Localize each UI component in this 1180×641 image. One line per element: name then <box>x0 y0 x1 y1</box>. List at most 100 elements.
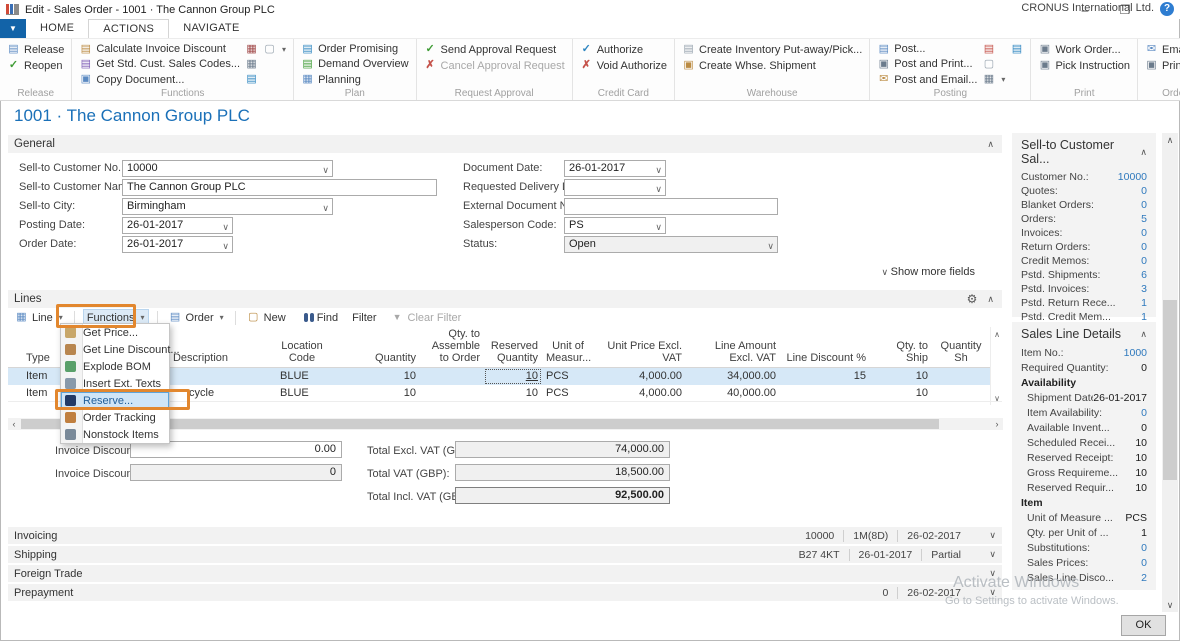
moves-button[interactable] <box>245 57 258 71</box>
copy-document-button[interactable]: Copy Document... <box>79 73 240 87</box>
menu-item[interactable]: Order Tracking <box>61 409 169 426</box>
menu-item[interactable]: Get Line Discount... <box>61 341 169 358</box>
status-field[interactable]: Open <box>564 236 778 253</box>
sell-to-customer-no-field[interactable]: 10000 <box>122 160 333 177</box>
sell-to-city-field[interactable]: Birmingham <box>122 198 333 215</box>
column-header-reserved-quantity[interactable]: Reserved Quantity <box>484 327 542 368</box>
factbox-row-value[interactable]: 0 <box>1141 557 1147 569</box>
column-header-quantity-shipped[interactable]: Quantity Sh <box>932 327 990 368</box>
column-header-line-amount[interactable]: Line Amount Excl. VAT <box>686 327 780 368</box>
shipping-section-header[interactable]: Shipping B27 4KT 26-01-2017 Partial ∨ <box>8 546 1002 563</box>
prepayment-section-header[interactable]: Prepayment 0 26-02-2017 ∨ <box>8 584 1002 601</box>
factbox-row-value[interactable]: 0 <box>1141 542 1147 554</box>
column-header-qty-to-assemble[interactable]: Qty. to Assemble to Order <box>420 327 484 368</box>
column-header-location-code[interactable]: Location Code <box>276 327 328 368</box>
factbox-row-value[interactable]: 10 <box>1135 437 1147 449</box>
factbox-row-value[interactable]: 26-01-2017 <box>1093 392 1147 404</box>
invoice-discount-pct-field[interactable]: 0 <box>130 464 342 481</box>
collapse-icon[interactable]: ∧ <box>987 139 994 150</box>
void-authorize-button[interactable]: Void Authorize <box>580 58 667 73</box>
create-whse-shipment-button[interactable]: Create Whse. Shipment <box>682 58 862 73</box>
expand-icon[interactable]: ∨ <box>970 549 996 560</box>
post-and-print-button[interactable]: Post and Print... <box>877 57 977 71</box>
release-button[interactable]: Release <box>7 42 64 57</box>
grid-vertical-scrollbar[interactable]: ∧ ∨ <box>990 327 1003 405</box>
factbox-row-value[interactable]: 10 <box>1135 482 1147 494</box>
factbox-row-value[interactable]: 0 <box>1141 185 1147 197</box>
calculate-invoice-discount-button[interactable]: Calculate Invoice Discount <box>79 42 240 56</box>
demand-overview-button[interactable]: Demand Overview <box>301 57 408 71</box>
scroll-up-icon[interactable]: ∧ <box>1162 133 1178 147</box>
factbox-row-value[interactable]: 5 <box>1141 213 1147 225</box>
tab-navigate[interactable]: NAVIGATE <box>169 19 253 38</box>
post-and-email-button[interactable]: Post and Email... <box>877 73 977 87</box>
column-header-unit-price[interactable]: Unit Price Excl. VAT <box>594 327 686 368</box>
column-header-unit-of-measure[interactable]: Unit of Measur... <box>542 327 594 368</box>
new-document-dropdown-button[interactable] <box>263 42 286 57</box>
app-menu-button[interactable]: ▼ <box>0 19 26 38</box>
general-section-header[interactable]: General ∧ <box>8 135 1002 153</box>
column-header-line-discount[interactable]: Line Discount % <box>780 327 870 368</box>
sell-to-customer-name-field[interactable]: The Cannon Group PLC <box>122 179 437 196</box>
chevron-down-icon[interactable] <box>767 239 774 254</box>
factbox-row-value[interactable]: 1 <box>1141 297 1147 309</box>
chevron-down-icon[interactable] <box>222 220 229 235</box>
scrollbar-thumb[interactable] <box>1163 300 1177 480</box>
main-vertical-scrollbar[interactable]: ∧ ∨ <box>1162 133 1178 612</box>
work-order-button[interactable]: Work Order... <box>1038 42 1130 57</box>
factbox-row-value[interactable]: 2 <box>1141 572 1147 584</box>
post-button[interactable]: Post... <box>877 42 977 56</box>
new-line-button[interactable]: New <box>244 309 289 326</box>
planning-button[interactable]: Planning <box>301 73 408 87</box>
authorize-button[interactable]: Authorize <box>580 42 667 57</box>
lines-section-header[interactable]: Lines ⚙ ∧ <box>8 290 1002 308</box>
calendar-entries-button[interactable] <box>245 42 258 56</box>
clear-filter-button[interactable]: Clear Filter <box>388 309 465 326</box>
column-header-quantity[interactable]: Quantity <box>328 327 420 368</box>
factbox-row-value[interactable]: 0 <box>1141 199 1147 211</box>
help-icon[interactable]: ? <box>1160 2 1174 16</box>
scroll-right-icon[interactable]: › <box>991 418 1003 430</box>
print-confirmation-button[interactable]: Print Confirmation... <box>1145 58 1180 73</box>
filter-button[interactable]: Filter <box>349 309 379 326</box>
factbox-header[interactable]: Sales Line Details ∧ <box>1012 322 1156 345</box>
refresh-document-button[interactable] <box>245 73 258 87</box>
gear-icon[interactable]: ⚙ <box>967 292 978 306</box>
preview-posting-button[interactable] <box>982 57 1005 71</box>
factbox-row-value[interactable]: 0 <box>1141 255 1147 267</box>
factbox-row-value[interactable]: 0 <box>1141 362 1147 374</box>
cancel-approval-request-button[interactable]: Cancel Approval Request <box>424 58 565 73</box>
column-header-type[interactable]: Type <box>8 327 54 368</box>
factbox-row-value[interactable]: 1000 <box>1124 347 1147 359</box>
order-promising-button[interactable]: Order Promising <box>301 42 408 56</box>
test-report-button[interactable] <box>1010 42 1023 57</box>
factbox-row-value[interactable]: 0 <box>1141 227 1147 239</box>
factbox-row-value[interactable]: 10 <box>1135 467 1147 479</box>
chevron-down-icon[interactable] <box>322 201 329 216</box>
chevron-down-icon[interactable] <box>322 163 329 178</box>
factbox-row-value[interactable]: 6 <box>1141 269 1147 281</box>
remove-from-job-queue-button[interactable] <box>982 42 1005 56</box>
order-menu-button[interactable]: Order <box>166 309 227 326</box>
document-date-field[interactable]: 26-01-2017 <box>564 160 666 177</box>
menu-item[interactable]: Insert Ext. Texts <box>61 375 169 392</box>
factbox-row-value[interactable]: 10000 <box>1118 171 1147 183</box>
chevron-down-icon[interactable] <box>655 220 662 235</box>
scroll-left-icon[interactable]: ‹ <box>8 418 20 430</box>
pick-instruction-button[interactable]: Pick Instruction <box>1038 58 1130 73</box>
menu-item[interactable]: Explode BOM <box>61 358 169 375</box>
factbox-row-value[interactable]: PCS <box>1125 512 1147 524</box>
order-date-field[interactable]: 26-01-2017 <box>122 236 233 253</box>
requested-delivery-date-field[interactable] <box>564 179 666 196</box>
factbox-header[interactable]: Sell-to Customer Sal... ∧ <box>1012 133 1156 170</box>
expand-icon[interactable]: ∨ <box>970 530 996 541</box>
invoicing-section-header[interactable]: Invoicing 10000 1M(8D) 26-02-2017 ∨ <box>8 527 1002 544</box>
create-inventory-putaway-pick-button[interactable]: Create Inventory Put-away/Pick... <box>682 42 862 57</box>
ok-button[interactable]: OK <box>1121 615 1166 636</box>
expand-icon[interactable]: ∨ <box>970 568 996 579</box>
collapse-icon[interactable]: ∧ <box>1140 147 1147 158</box>
send-approval-request-button[interactable]: Send Approval Request <box>424 42 565 57</box>
post-batch-button[interactable] <box>982 73 1005 87</box>
tab-actions[interactable]: ACTIONS <box>88 19 169 38</box>
column-header-qty-to-ship[interactable]: Qty. to Ship <box>870 327 932 368</box>
